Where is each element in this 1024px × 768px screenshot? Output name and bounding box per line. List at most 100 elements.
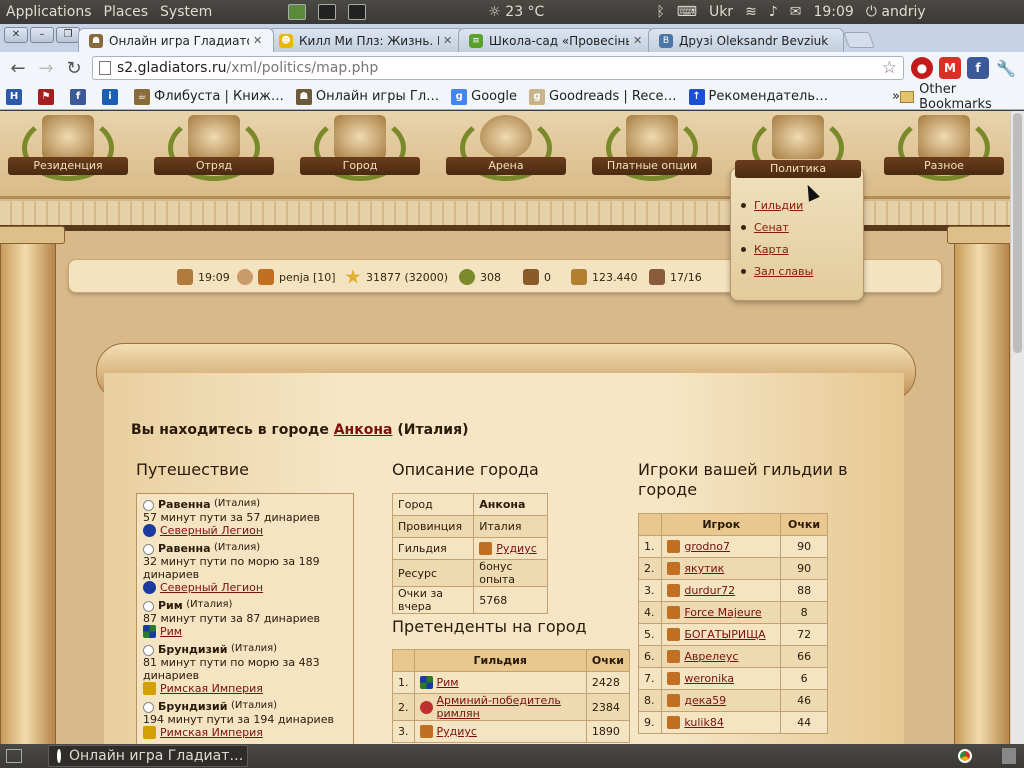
bookmark-star-icon[interactable]: ☆ bbox=[882, 58, 897, 78]
applications-menu[interactable]: Applications bbox=[0, 4, 98, 20]
wifi-icon[interactable]: ≋ bbox=[739, 0, 763, 24]
trip-guild-link[interactable]: Северный Легион bbox=[160, 524, 263, 537]
top-panel: Applications Places System ☼ 23 °C ᛒ ⌨ U… bbox=[0, 0, 1024, 24]
new-tab-button[interactable] bbox=[843, 32, 875, 48]
places-menu[interactable]: Places bbox=[98, 4, 155, 20]
minimize-window-icon[interactable]: – bbox=[30, 27, 54, 43]
taskbar-window-gladiators[interactable]: Онлайн игра Гладиат… bbox=[48, 745, 248, 767]
trip-radio[interactable] bbox=[143, 543, 154, 555]
trip-radio[interactable] bbox=[143, 644, 154, 656]
nav-residence[interactable]: Резиденция bbox=[8, 111, 128, 191]
maximize-window-icon[interactable]: ❐ bbox=[56, 27, 80, 43]
senate-link[interactable]: Сенат bbox=[754, 221, 789, 234]
contender-guild-link[interactable]: Рим bbox=[437, 676, 459, 689]
clock[interactable]: 19:09 bbox=[807, 0, 859, 24]
back-icon[interactable]: ← bbox=[4, 55, 32, 81]
map-link[interactable]: Карта bbox=[754, 243, 789, 256]
stat-value: 308 bbox=[480, 270, 501, 284]
table-row: 7. weronika 6 bbox=[637, 667, 828, 690]
workspace-chrome-icon[interactable] bbox=[958, 749, 972, 763]
address-bar[interactable]: s2.gladiators.ru/xml/politics/map.php ☆ bbox=[92, 56, 904, 80]
reload-icon[interactable]: ↻ bbox=[60, 55, 88, 81]
guilds-link[interactable]: Гильдии bbox=[754, 199, 803, 212]
player-link[interactable]: grodno7 bbox=[684, 540, 730, 553]
facebook-icon[interactable]: f bbox=[967, 57, 989, 79]
bookmark-habr[interactable]: H bbox=[6, 88, 26, 105]
close-tab-icon[interactable]: ✕ bbox=[443, 34, 455, 47]
keyboard-layout[interactable]: Ukr bbox=[703, 0, 739, 24]
tab-vk-friends[interactable]: B Друзі Oleksandr Bevziuk bbox=[648, 28, 844, 52]
stat-player[interactable]: penja [10] bbox=[237, 260, 336, 294]
close-tab-icon[interactable]: ✕ bbox=[633, 34, 645, 47]
download-icon[interactable] bbox=[282, 0, 312, 24]
politics-menu-item-hall-of-fame[interactable]: Зал славы bbox=[741, 260, 813, 282]
trash-icon[interactable] bbox=[1002, 748, 1016, 764]
tab-school[interactable]: ≡ Школа-сад «Провесінь» - ✕ bbox=[458, 28, 654, 52]
forward-icon[interactable]: → bbox=[32, 55, 60, 81]
player-link[interactable]: БОГАТЫРИЩА bbox=[684, 628, 765, 641]
mail-icon[interactable]: ✉ bbox=[784, 0, 808, 24]
show-desktop-icon[interactable] bbox=[6, 749, 22, 763]
bookmark-flibusta[interactable]: ☕ Флибуста | Книж… bbox=[134, 88, 284, 105]
page-scrollbar[interactable] bbox=[1010, 111, 1024, 744]
nav-misc[interactable]: Разное bbox=[884, 111, 1004, 191]
player-link[interactable]: дека59 bbox=[684, 694, 726, 707]
system-monitor-icon[interactable] bbox=[312, 0, 342, 24]
player-points: 90 bbox=[780, 557, 828, 580]
bluetooth-icon[interactable]: ᛒ bbox=[650, 0, 670, 24]
bookmark-goodreads[interactable]: g Goodreads | Rece… bbox=[529, 88, 677, 105]
contender-guild-link[interactable]: Арминий-победитель римлян bbox=[437, 694, 581, 720]
close-window-icon[interactable]: ✕ bbox=[4, 27, 28, 43]
wrench-icon[interactable]: 🔧 bbox=[995, 57, 1017, 79]
trip-radio[interactable] bbox=[143, 600, 154, 612]
trip-guild-link[interactable]: Северный Легион bbox=[160, 581, 263, 594]
player-link[interactable]: якутик bbox=[684, 562, 724, 575]
bookmark-google[interactable]: g Google bbox=[451, 88, 517, 105]
bookmark-recommender[interactable]: ↑ Рекомендатель… bbox=[688, 88, 828, 105]
gmail-icon[interactable]: M bbox=[939, 57, 961, 79]
bookmark-facebook[interactable]: f bbox=[70, 88, 90, 105]
volume-icon[interactable]: ♪ bbox=[763, 0, 784, 24]
trip-radio[interactable] bbox=[143, 701, 154, 713]
bookmark-info[interactable]: i bbox=[102, 88, 122, 105]
nav-city[interactable]: Город bbox=[300, 111, 420, 191]
trip-guild-link[interactable]: Рим bbox=[160, 625, 182, 638]
scrollbar-thumb[interactable] bbox=[1013, 113, 1022, 353]
nav-squad[interactable]: Отряд bbox=[154, 111, 274, 191]
weather-icon[interactable]: ☼ 23 °C bbox=[482, 0, 550, 24]
current-city-link[interactable]: Анкона bbox=[334, 422, 393, 438]
contender-guild-link[interactable]: Рудиус bbox=[437, 725, 477, 738]
politics-menu-title[interactable]: Политика bbox=[735, 160, 861, 178]
politics-menu-item-senate[interactable]: Сенат bbox=[741, 216, 813, 238]
close-tab-icon[interactable]: ✕ bbox=[253, 34, 265, 47]
user-menu[interactable]: ⏻ andriy bbox=[860, 0, 932, 24]
other-bookmarks[interactable]: Other Bookmarks bbox=[899, 82, 1018, 112]
hall-of-fame-link[interactable]: Зал славы bbox=[754, 265, 813, 278]
bookmark-2[interactable]: ⚑ bbox=[38, 88, 58, 105]
travel-title: Путешествие bbox=[136, 460, 249, 479]
trip-radio[interactable] bbox=[143, 499, 154, 511]
terminal-icon[interactable] bbox=[342, 0, 372, 24]
column-header bbox=[392, 649, 415, 672]
table-row: 5. БОГАТЫРИЩА 72 bbox=[637, 623, 828, 646]
nav-arena[interactable]: Арена bbox=[446, 111, 566, 191]
adblock-icon[interactable]: ● bbox=[911, 57, 933, 79]
system-menu[interactable]: System bbox=[154, 4, 218, 20]
city-guild-link[interactable]: Рудиус bbox=[496, 542, 536, 555]
player-link[interactable]: Force Majeure bbox=[684, 606, 761, 619]
player-link[interactable]: durdur72 bbox=[684, 584, 735, 597]
trip-guild-link[interactable]: Римская Империя bbox=[160, 726, 263, 739]
empire-emblem-icon bbox=[143, 682, 156, 695]
politics-menu-item-guilds[interactable]: Гильдии bbox=[741, 194, 813, 216]
trip-guild-link[interactable]: Римская Империя bbox=[160, 682, 263, 695]
player-link[interactable]: weronika bbox=[684, 672, 734, 685]
nav-paid-options[interactable]: Платные опции bbox=[592, 111, 712, 191]
tab-kill-me-pls[interactable]: ☻ Килл Ми Плз: Жизнь. Вид ✕ bbox=[268, 28, 464, 52]
bookmark-gladiators[interactable]: ☗ Онлайн игры Гл… bbox=[295, 88, 439, 105]
player-link[interactable]: kulik84 bbox=[684, 716, 723, 729]
keyboard-icon[interactable]: ⌨ bbox=[671, 0, 703, 24]
chevron-more-icon[interactable]: » bbox=[892, 89, 900, 104]
tab-gladiators[interactable]: ☗ Онлайн игра Гладиаторы ✕ bbox=[78, 28, 274, 52]
player-link[interactable]: Аврелеус bbox=[684, 650, 738, 663]
politics-menu-item-map[interactable]: Карта bbox=[741, 238, 813, 260]
